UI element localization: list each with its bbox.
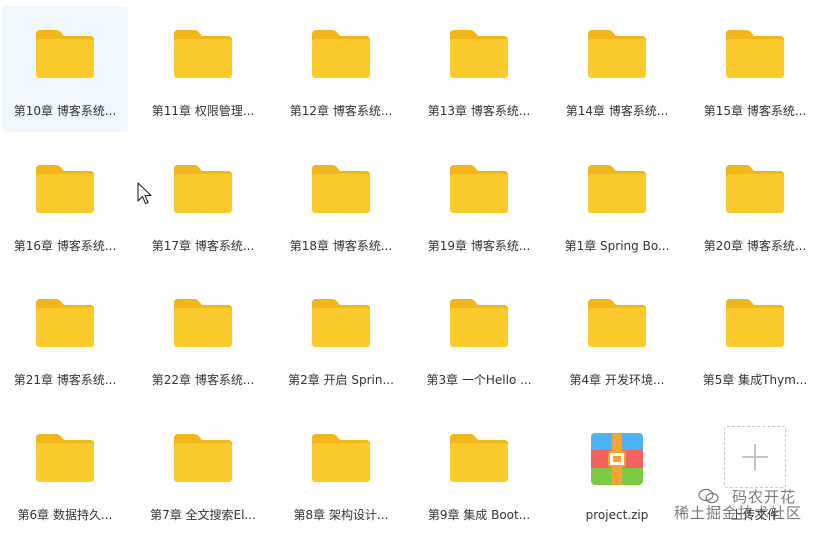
folder-icon xyxy=(2,432,128,490)
item-label: 第5章 集成Thym... xyxy=(702,373,808,387)
item-label: 第19章 博客系统... xyxy=(427,239,531,253)
folder-icon xyxy=(140,432,266,490)
folder-item[interactable]: 第21章 博客系统... xyxy=(2,275,128,401)
item-label: project.zip xyxy=(585,508,649,522)
item-label: 第8章 架构设计... xyxy=(293,508,389,522)
folder-item[interactable]: 第19章 博客系统... xyxy=(416,141,542,267)
folder-icon xyxy=(140,297,266,355)
item-label: 第20章 博客系统... xyxy=(703,239,807,253)
folder-icon xyxy=(554,297,680,355)
folder-item[interactable]: 第12章 博客系统... xyxy=(278,6,404,132)
item-label: 第10章 博客系统... xyxy=(13,104,117,118)
item-label: 第12章 博客系统... xyxy=(289,104,393,118)
folder-item[interactable]: 第11章 权限管理... xyxy=(140,6,266,132)
folder-icon xyxy=(278,432,404,490)
folder-item[interactable]: 第17章 博客系统... xyxy=(140,141,266,267)
zip-archive-icon xyxy=(554,432,680,490)
item-label: 第9章 集成 Boot... xyxy=(427,508,531,522)
folder-icon xyxy=(554,28,680,86)
folder-icon xyxy=(692,28,818,86)
folder-item[interactable]: 第10章 博客系统... xyxy=(2,6,128,132)
folder-item[interactable]: 第20章 博客系统... xyxy=(692,141,818,267)
folder-item[interactable]: 第14章 博客系统... xyxy=(554,6,680,132)
folder-icon xyxy=(140,163,266,221)
item-label: 第18章 博客系统... xyxy=(289,239,393,253)
item-label: 第6章 数据持久... xyxy=(17,508,113,522)
folder-item[interactable]: 第1章 Spring Bo... xyxy=(554,141,680,267)
folder-icon xyxy=(416,432,542,490)
folder-item[interactable]: 第7章 全文搜索El... xyxy=(140,410,266,534)
item-label: 第16章 博客系统... xyxy=(13,239,117,253)
folder-item[interactable]: 第2章 开启 Sprin... xyxy=(278,275,404,401)
folder-icon xyxy=(278,163,404,221)
folder-icon xyxy=(416,163,542,221)
item-label: 第11章 权限管理... xyxy=(151,104,255,118)
folder-item[interactable]: 第5章 集成Thym... xyxy=(692,275,818,401)
folder-icon xyxy=(278,28,404,86)
item-label: 第7章 全文搜索El... xyxy=(150,508,256,522)
folder-item[interactable]: 第6章 数据持久... xyxy=(2,410,128,534)
folder-icon xyxy=(416,28,542,86)
upload-box[interactable] xyxy=(724,426,786,488)
folder-item[interactable]: 第15章 博客系统... xyxy=(692,6,818,132)
folder-item[interactable]: 第3章 一个Hello ... xyxy=(416,275,542,401)
item-label: 第17章 博客系统... xyxy=(151,239,255,253)
item-label: 第14章 博客系统... xyxy=(565,104,669,118)
item-label: 第2章 开启 Sprin... xyxy=(288,373,394,387)
folder-icon xyxy=(692,297,818,355)
item-label: 第1章 Spring Bo... xyxy=(564,239,670,253)
item-label: 第13章 博客系统... xyxy=(427,104,531,118)
folder-icon xyxy=(278,297,404,355)
file-grid: 第10章 博客系统... 第11章 权限管理... 第12章 博客系统... 第… xyxy=(0,0,838,534)
folder-icon xyxy=(554,163,680,221)
folder-item[interactable]: 第22章 博客系统... xyxy=(140,275,266,401)
item-label: 第15章 博客系统... xyxy=(703,104,807,118)
mouse-cursor-icon xyxy=(137,182,152,205)
folder-item[interactable]: 第8章 架构设计... xyxy=(278,410,404,534)
plus-icon xyxy=(692,426,818,490)
item-label: 第21章 博客系统... xyxy=(13,373,117,387)
folder-icon xyxy=(2,28,128,86)
folder-item[interactable]: 第16章 博客系统... xyxy=(2,141,128,267)
item-label: 第22章 博客系统... xyxy=(151,373,255,387)
upload-file-button[interactable]: 上传文件 xyxy=(692,410,818,534)
folder-icon xyxy=(2,297,128,355)
file-item-zip[interactable]: project.zip xyxy=(554,410,680,534)
folder-icon xyxy=(416,297,542,355)
folder-item[interactable]: 第4章 开发环境... xyxy=(554,275,680,401)
folder-icon xyxy=(140,28,266,86)
folder-item[interactable]: 第18章 博客系统... xyxy=(278,141,404,267)
folder-item[interactable]: 第9章 集成 Boot... xyxy=(416,410,542,534)
item-label: 第3章 一个Hello ... xyxy=(426,373,532,387)
folder-item[interactable]: 第13章 博客系统... xyxy=(416,6,542,132)
folder-icon xyxy=(692,163,818,221)
item-label: 上传文件 xyxy=(730,508,779,522)
folder-icon xyxy=(2,163,128,221)
item-label: 第4章 开发环境... xyxy=(569,373,665,387)
